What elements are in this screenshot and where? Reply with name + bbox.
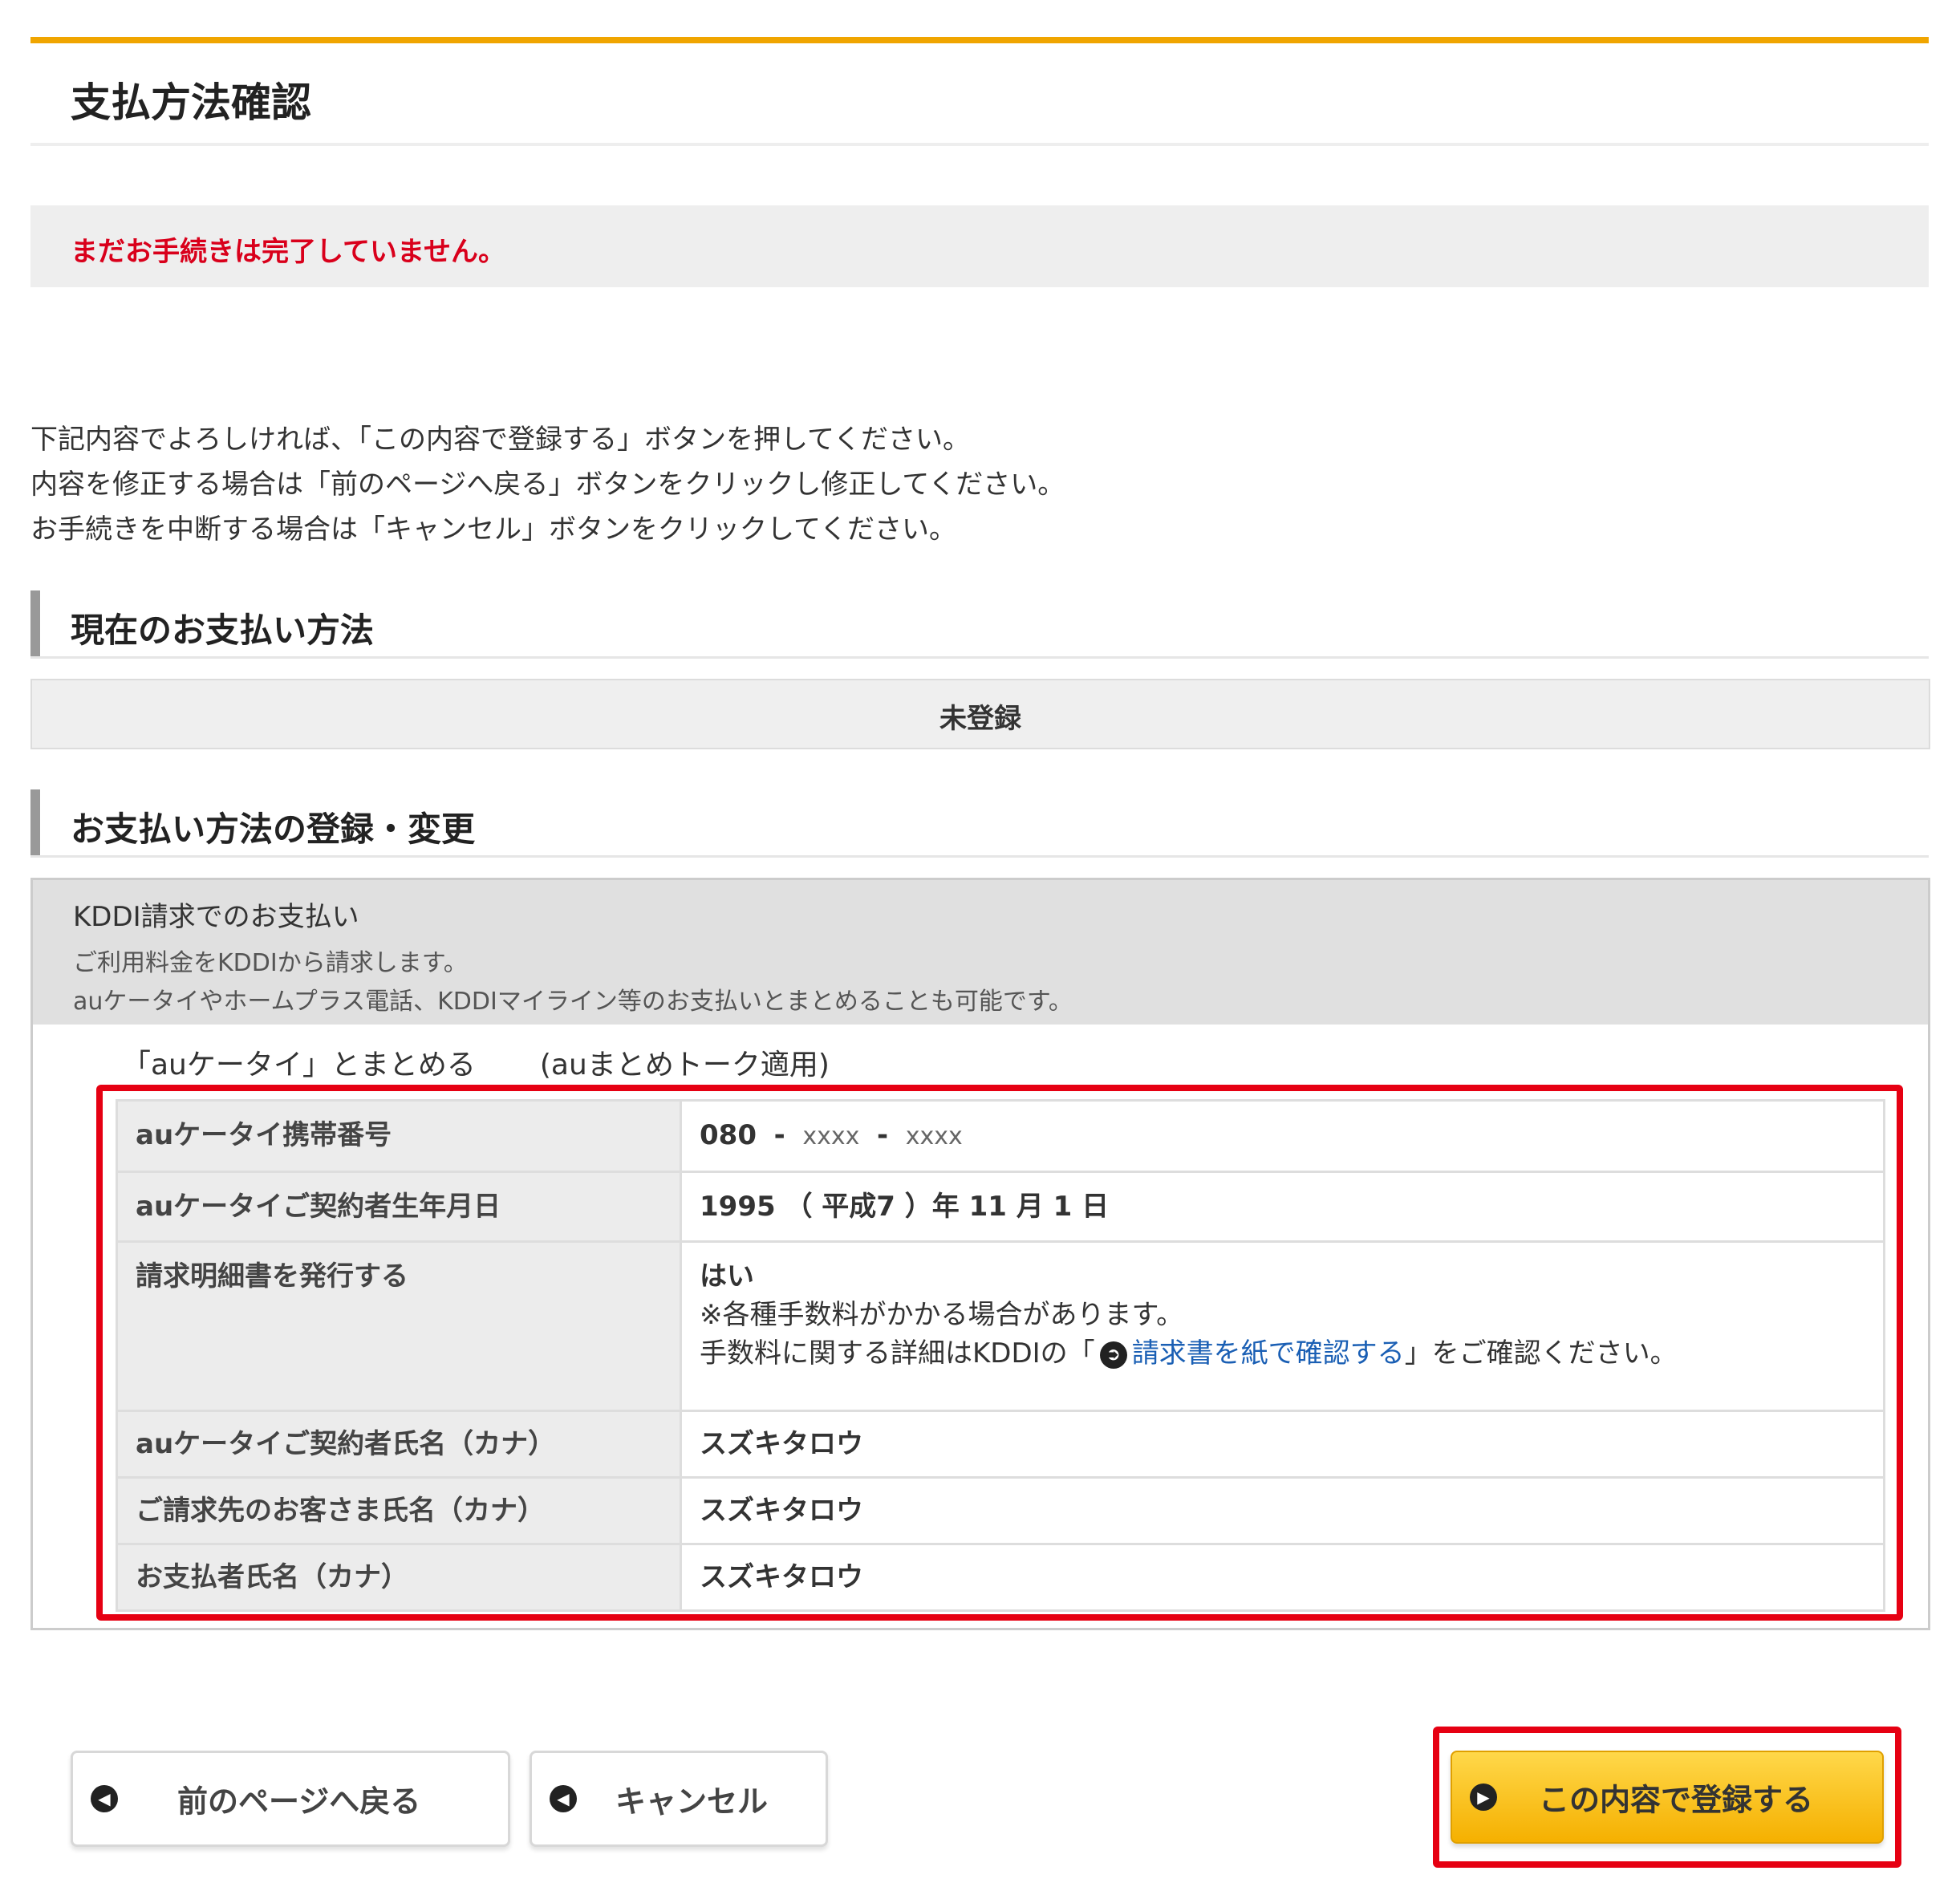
arrow-left-circle-icon: ◀ (550, 1785, 577, 1812)
section-title: 現在のお支払い方法 (71, 611, 375, 650)
submit-button-label: この内容で登録する (1539, 1782, 1814, 1818)
arrow-left-circle-icon: ◀ (91, 1785, 118, 1812)
kddi-title: KDDI請求でのお支払い (73, 901, 359, 933)
cancel-button[interactable]: ◀ キャンセル (530, 1751, 828, 1847)
current-payment-heading: 現在のお支払い方法 (30, 590, 1929, 659)
notice-text: まだお手続きは完了していません。 (71, 236, 505, 268)
intro-instructions: 下記内容でよろしければ、「この内容で登録する」ボタンを押してください。 内容を修… (30, 417, 1065, 552)
highlight-frame-details (96, 1085, 1903, 1621)
page-title: 支払方法確認 (71, 79, 311, 126)
current-payment-box: 未登録 (30, 679, 1930, 749)
intro-line: 内容を修正する場合は「前のページへ戻る」ボタンをクリックし修正してください。 (30, 469, 1065, 501)
kddi-desc-line: ご利用料金をKDDIから請求します。 (73, 949, 468, 977)
register-payment-heading: お支払い方法の登録・変更 (30, 789, 1929, 858)
current-payment-value: 未登録 (939, 703, 1021, 735)
section-title: お支払い方法の登録・変更 (71, 810, 476, 849)
intro-line: お手続きを中断する場合は「キャンセル」ボタンをクリックしてください。 (30, 513, 956, 546)
submit-button[interactable]: ▶ この内容で登録する (1451, 1751, 1884, 1844)
arrow-right-circle-icon: ▶ (1470, 1783, 1497, 1811)
kddi-desc-line: auケータイやホームプラス電話、KDDIマイライン等のお支払いとまとめることも可… (73, 988, 1073, 1016)
cancel-button-label: キャンセル (615, 1783, 769, 1820)
incomplete-notice: まだお手続きは完了していません。 (30, 205, 1929, 287)
back-button-label: 前のページへ戻る (177, 1783, 421, 1820)
combine-option: 「auケータイ」とまとめる (auまとめトーク適用) (122, 1041, 830, 1083)
kddi-description: ご利用料金をKDDIから請求します。 auケータイやホームプラス電話、KDDIマ… (73, 944, 1073, 1021)
back-button[interactable]: ◀ 前のページへ戻る (71, 1751, 510, 1847)
title-divider (30, 143, 1929, 146)
section-bar (30, 789, 40, 855)
kddi-panel-header: KDDI請求でのお支払い ご利用料金をKDDIから請求します。 auケータイやホ… (33, 880, 1928, 1025)
header-accent-bar (30, 37, 1929, 43)
combine-note: (auまとめトーク適用) (539, 1049, 830, 1081)
section-bar (30, 590, 40, 656)
intro-line: 下記内容でよろしければ、「この内容で登録する」ボタンを押してください。 (30, 424, 970, 456)
combine-label: 「auケータイ」とまとめる (122, 1049, 476, 1081)
